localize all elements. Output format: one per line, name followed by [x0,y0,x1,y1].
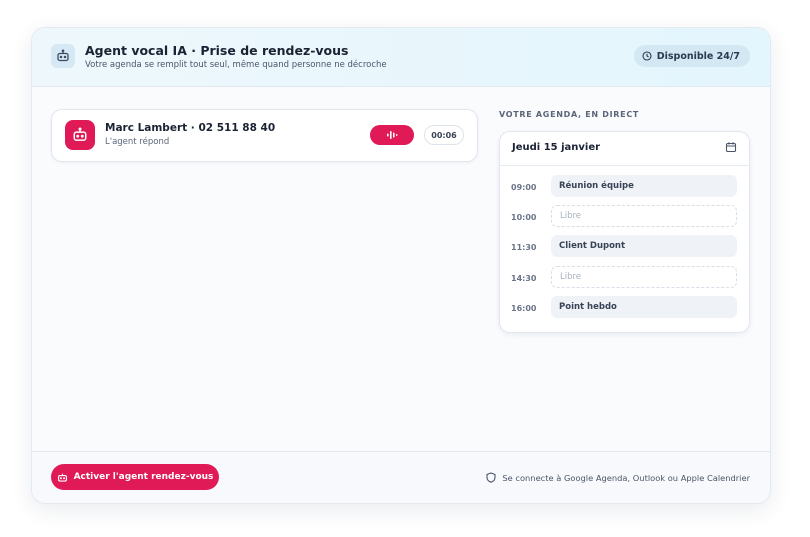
slot-time: 11:30 [511,243,537,252]
robot-icon [65,120,95,150]
agenda-date: Jeudi 15 janvier [512,142,601,153]
agenda-card: Jeudi 15 janvier 09:00 Réunion équipe 10… [499,131,750,333]
agenda-slot[interactable]: Client Dupont [551,235,737,257]
robot-icon [51,44,75,68]
agent-card: Agent vocal IA · Prise de rendez-vous Vo… [31,27,771,504]
slot-time: 14:30 [511,274,537,283]
integration-note-text: Se connecte à Google Agenda, Outlook ou … [502,472,750,483]
shield-icon [486,472,496,483]
slot-time: 16:00 [511,304,537,313]
slot-time: 10:00 [511,213,537,222]
call-timer: 00:06 [424,125,464,145]
audio-wave-icon [387,131,398,139]
calendar-icon[interactable] [725,141,737,153]
agenda-slot-free[interactable]: Libre [551,205,737,227]
agenda-section-label: VOTRE AGENDA, EN DIRECT [499,110,640,119]
availability-label: Disponible 24/7 [656,50,740,62]
agenda-slot[interactable]: Point hebdo [551,296,737,318]
robot-icon [57,473,67,482]
audio-wave-button[interactable] [370,125,414,145]
incoming-call-card[interactable]: Marc Lambert · 02 511 88 40 L'agent répo… [51,109,478,162]
slot-time: 09:00 [511,183,537,192]
call-status: L'agent répond [105,137,170,147]
card-header: Agent vocal IA · Prise de rendez-vous Vo… [32,28,770,87]
page-subtitle: Votre agenda se remplit tout seul, même … [85,60,387,70]
clock-icon [642,51,652,61]
agenda-slot-free[interactable]: Libre [551,266,737,288]
activate-agent-label: Activer l'agent rendez-vous [73,472,214,482]
activate-agent-button[interactable]: Activer l'agent rendez-vous [51,464,219,490]
card-footer: Activer l'agent rendez-vous Se connecte … [32,451,770,503]
integration-note: Se connecte à Google Agenda, Outlook ou … [486,472,750,483]
page-title: Agent vocal IA · Prise de rendez-vous [85,43,349,58]
availability-badge: Disponible 24/7 [633,45,750,67]
caller-name: Marc Lambert · 02 511 88 40 [105,122,276,134]
agenda-header: Jeudi 15 janvier [500,132,749,166]
agenda-slot[interactable]: Réunion équipe [551,175,737,197]
